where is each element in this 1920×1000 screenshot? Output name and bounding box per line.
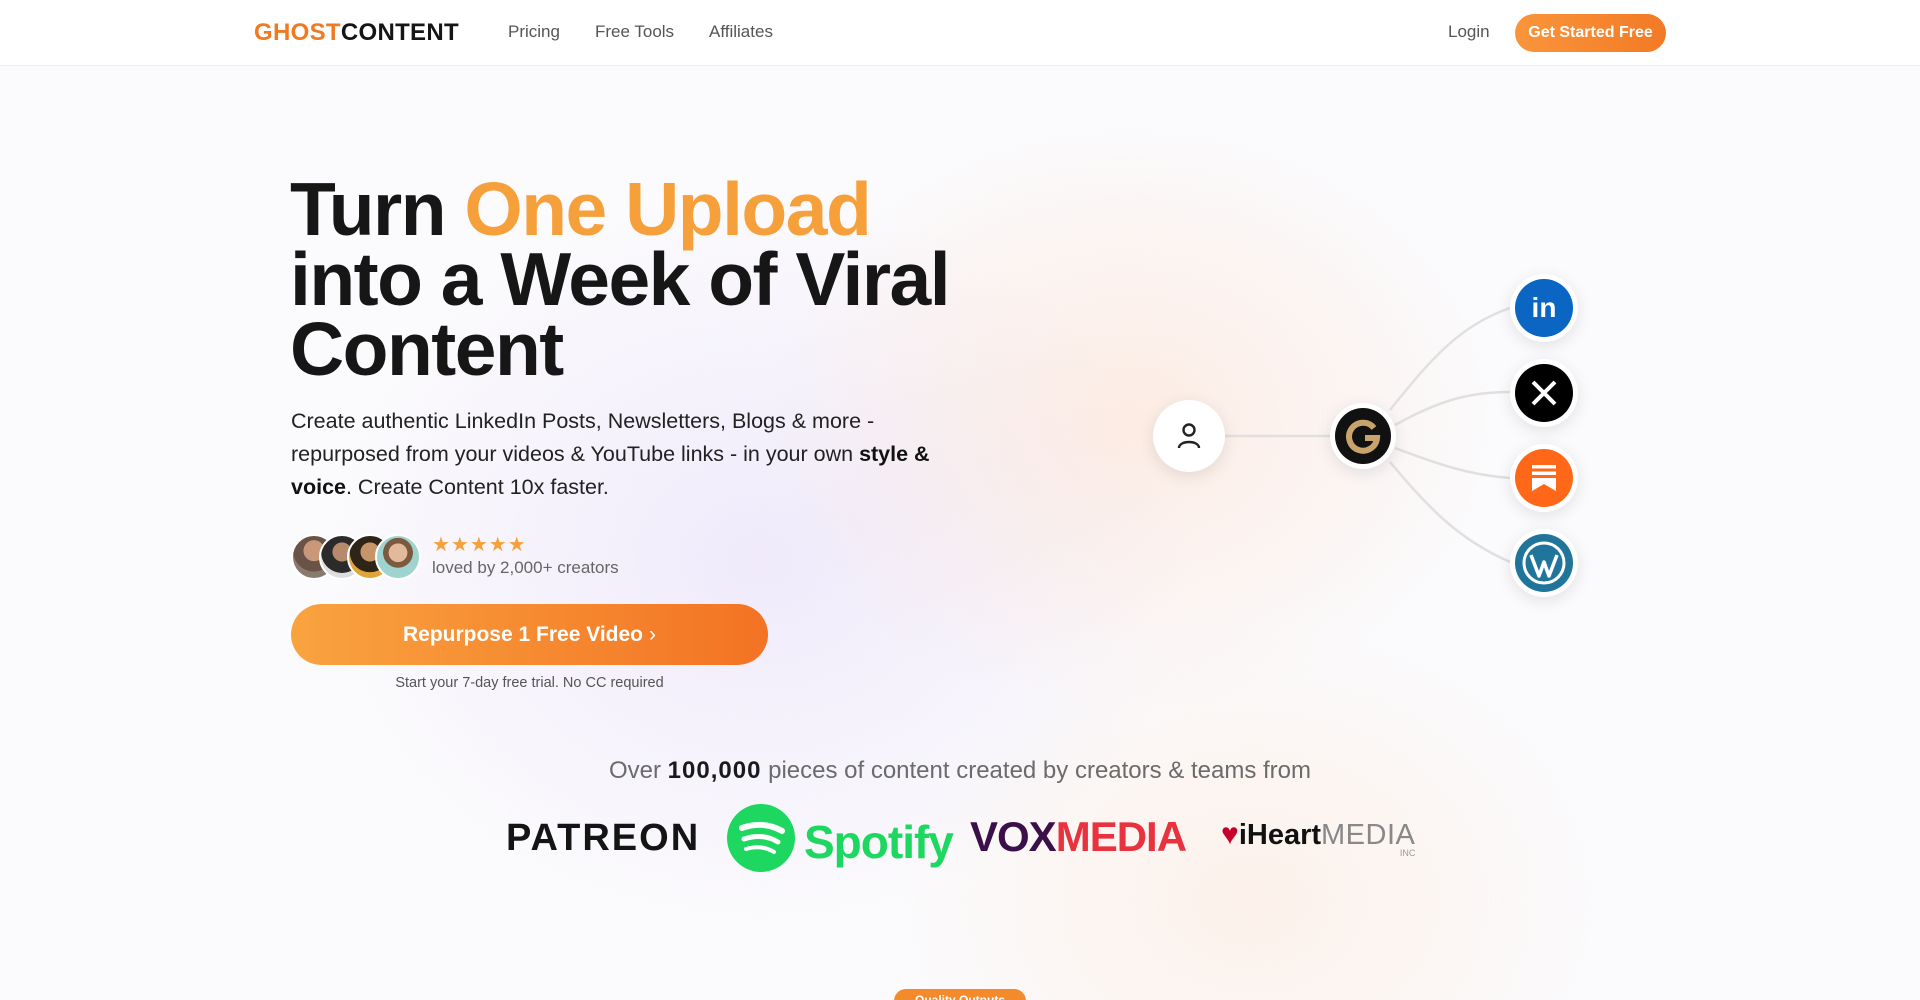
iheart-media-wordmark: MEDIA	[1321, 819, 1416, 851]
linkedin-icon: in	[1515, 279, 1573, 337]
headline-rest: into a Week of Viral Content	[290, 237, 951, 391]
spotify-icon	[727, 804, 795, 872]
patreon-logo: PATREON	[506, 817, 701, 859]
substack-node	[1510, 444, 1578, 512]
substack-icon	[1515, 449, 1573, 507]
get-started-button[interactable]: Get Started Free	[1515, 14, 1666, 52]
quality-outputs-badge: Quality Outputs	[894, 989, 1026, 1000]
x-icon	[1515, 364, 1573, 422]
linkedin-node: in	[1510, 274, 1578, 342]
voxmedia-logo: VOXMEDIA	[970, 813, 1187, 861]
wordpress-icon	[1515, 534, 1573, 592]
subtext-part1: Create authentic LinkedIn Posts, Newslet…	[291, 409, 875, 466]
creator-avatars	[291, 534, 431, 582]
logo-part-ghost: GHOST	[254, 19, 341, 46]
repurpose-flow-diagram: in	[1140, 270, 1600, 610]
loved-by-text: loved by 2,000+ creators	[432, 558, 619, 577]
ghostcontent-logo[interactable]: GHOSTCONTENT	[254, 19, 459, 47]
user-node	[1153, 400, 1225, 472]
hero-subtext: Create authentic LinkedIn Posts, Newslet…	[291, 405, 951, 504]
proof-count: 100,000	[667, 757, 762, 784]
subtext-part2: . Create Content 10x faster.	[345, 475, 609, 499]
social-proof-heading: Over 100,000 pieces of content created b…	[0, 757, 1920, 785]
rating-stars: ★★★★★	[432, 534, 527, 556]
login-link[interactable]: Login	[1448, 22, 1490, 42]
ghostcontent-node	[1330, 403, 1396, 469]
nav-link-pricing[interactable]: Pricing	[508, 22, 560, 42]
x-node	[1510, 359, 1578, 427]
proof-prefix: Over	[608, 757, 668, 784]
media-wordmark: MEDIA	[1055, 813, 1187, 860]
heart-icon: ♥	[1221, 818, 1239, 851]
hero-headline: Turn One Upload into a Week of Viral Con…	[290, 172, 990, 387]
proof-suffix: pieces of content created by creators & …	[761, 757, 1312, 784]
repurpose-free-video-button[interactable]: Repurpose 1 Free Video ›	[291, 604, 768, 665]
nav-link-affiliates[interactable]: Affiliates	[709, 22, 773, 42]
iheart-inc: INC	[1399, 848, 1416, 858]
vox-wordmark: VOX	[970, 813, 1057, 860]
iheart-wordmark: iHeart	[1238, 819, 1322, 851]
ghostcontent-g-icon	[1335, 408, 1391, 464]
chevron-right-icon: ›	[649, 623, 657, 646]
wordpress-node	[1510, 529, 1578, 597]
top-navigation: GHOSTCONTENT Pricing Free Tools Affiliat…	[0, 0, 1920, 66]
nav-link-free-tools[interactable]: Free Tools	[595, 22, 674, 42]
trial-note: Start your 7-day free trial. No CC requi…	[395, 675, 664, 691]
user-icon	[1158, 405, 1220, 467]
avatar	[375, 534, 421, 580]
spotify-wordmark: Spotify	[804, 816, 954, 868]
cta-label: Repurpose 1 Free Video	[402, 623, 644, 646]
logo-part-content: CONTENT	[340, 19, 459, 46]
iheartmedia-logo: ♥iHeartMEDIA INC	[1221, 818, 1416, 858]
